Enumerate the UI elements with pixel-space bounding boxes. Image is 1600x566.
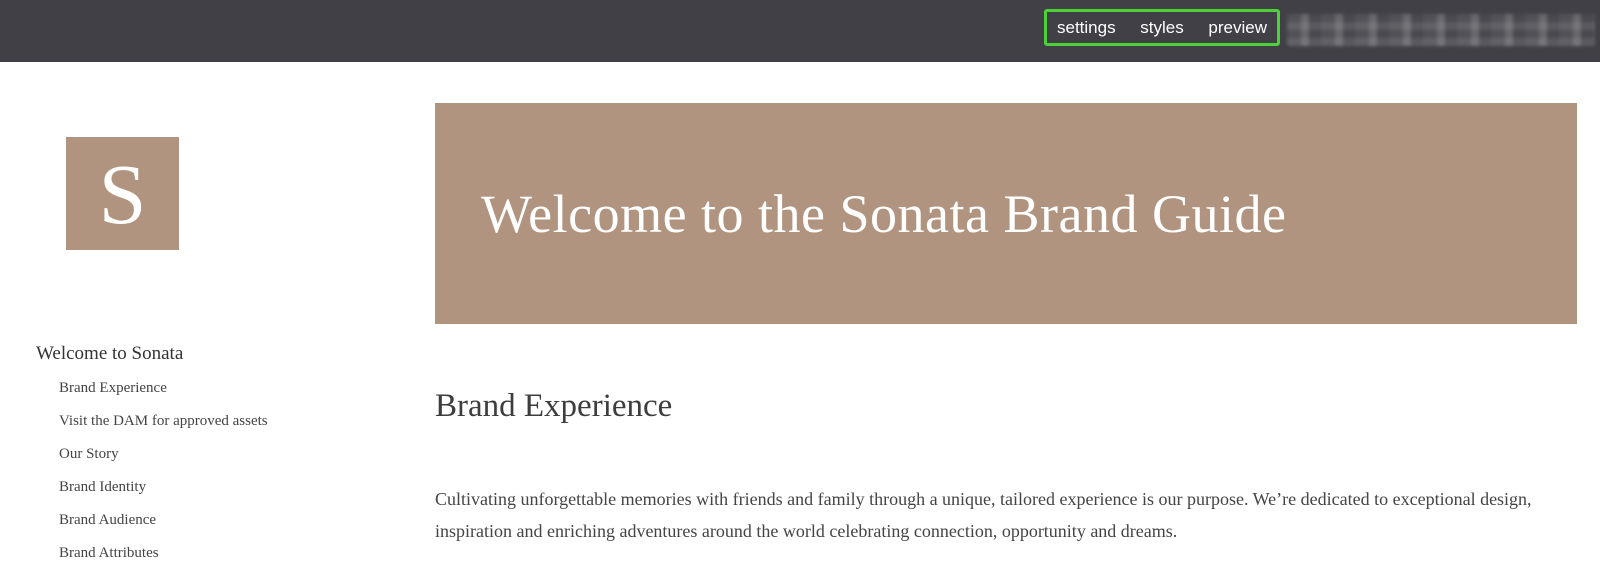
sidebar-item-brand-experience[interactable]: Brand Experience [59, 372, 396, 405]
styles-link[interactable]: styles [1140, 18, 1183, 38]
section-heading: Brand Experience [435, 388, 673, 424]
sidebar-item-brand-audience[interactable]: Brand Audience [59, 504, 396, 537]
preview-link[interactable]: preview [1208, 18, 1267, 38]
sidebar-item-our-story[interactable]: Our Story [59, 438, 396, 471]
sidebar-nav: Welcome to Sonata Brand Experience Visit… [36, 340, 396, 566]
hero-title: Welcome to the Sonata Brand Guide [481, 183, 1287, 244]
top-bar: settings styles preview [0, 0, 1600, 62]
brand-logo[interactable]: S [66, 137, 179, 250]
sidebar-item-brand-identity[interactable]: Brand Identity [59, 471, 396, 504]
redacted-account-info [1287, 14, 1595, 46]
sidebar-list: Brand Experience Visit the DAM for appro… [59, 372, 396, 566]
settings-link[interactable]: settings [1057, 18, 1116, 38]
sidebar-item-visit-dam[interactable]: Visit the DAM for approved assets [59, 405, 396, 438]
body-paragraph: Cultivating unforgettable memories with … [435, 489, 1532, 541]
logo-letter: S [98, 145, 147, 242]
sidebar-section-welcome[interactable]: Welcome to Sonata [36, 340, 396, 372]
sidebar-item-brand-attributes[interactable]: Brand Attributes [59, 537, 396, 566]
top-nav: settings styles preview [1044, 9, 1280, 46]
hero-banner: Welcome to the Sonata Brand Guide [435, 103, 1577, 324]
